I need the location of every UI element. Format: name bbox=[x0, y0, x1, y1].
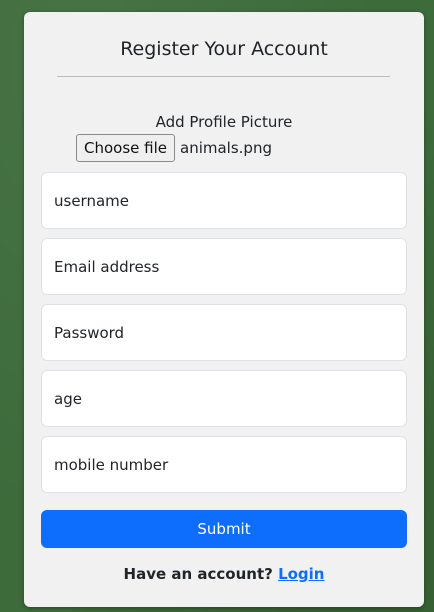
login-prompt-text: Have an account? bbox=[123, 565, 273, 583]
register-card: Register Your Account Add Profile Pictur… bbox=[24, 12, 424, 607]
choose-file-button[interactable]: Choose file bbox=[76, 134, 175, 162]
username-field[interactable] bbox=[41, 172, 407, 229]
age-field[interactable] bbox=[41, 370, 407, 427]
login-link[interactable]: Login bbox=[278, 565, 324, 583]
title-divider bbox=[57, 76, 390, 77]
submit-button[interactable]: Submit bbox=[41, 510, 407, 548]
form-title: Register Your Account bbox=[120, 38, 328, 60]
mobile-number-field[interactable] bbox=[41, 436, 407, 493]
password-field[interactable] bbox=[41, 304, 407, 361]
email-field[interactable] bbox=[41, 238, 407, 295]
selected-file-name: animals.png bbox=[180, 139, 272, 157]
profile-picture-input[interactable]: Choose file animals.png bbox=[76, 134, 272, 162]
profile-picture-label: Add Profile Picture bbox=[155, 113, 293, 131]
login-prompt: Have an account? Login bbox=[24, 565, 424, 583]
